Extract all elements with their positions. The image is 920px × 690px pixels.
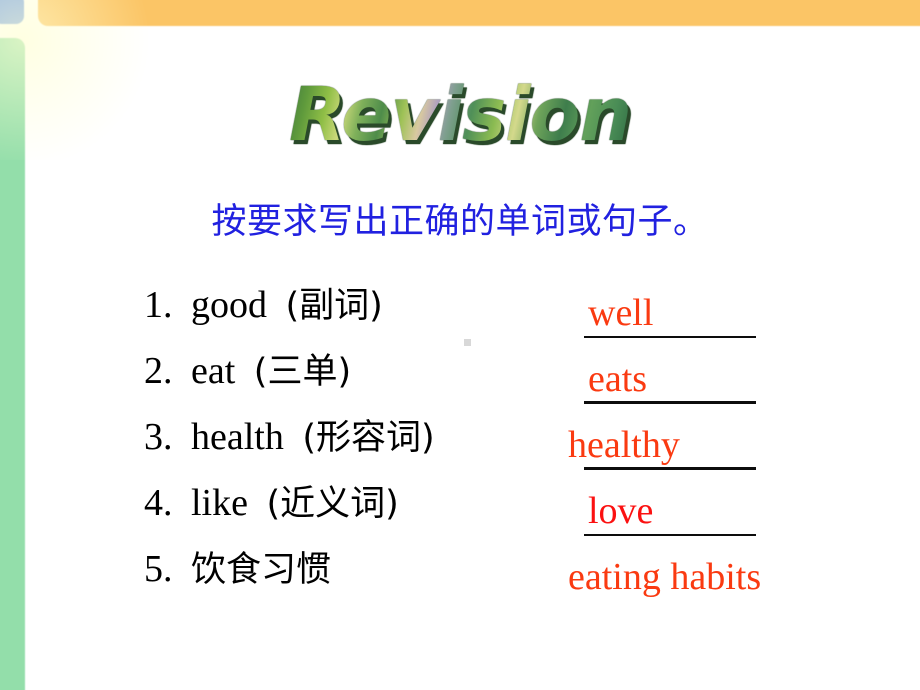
question-word-2: eat	[191, 350, 236, 392]
answer-text-5: eating habits	[568, 556, 762, 598]
question-row-2: 2. eat (三单)	[144, 338, 564, 404]
question-number-5: 5.	[144, 548, 173, 590]
answer-column: well eats healthy love eating habits	[566, 272, 906, 602]
instruction-text: 按要求写出正确的单词或句子。	[211, 202, 709, 242]
image-artifact-dot	[464, 339, 471, 346]
question-number-3: 3.	[144, 416, 173, 458]
question-hint-4: (近义词)	[266, 484, 399, 524]
answer-row-1: well	[566, 272, 906, 338]
question-number-4: 4.	[144, 482, 173, 524]
question-hint-1: (副词)	[285, 286, 383, 326]
question-row-3: 3. health (形容词)	[144, 404, 564, 470]
question-row-5: 5. 饮食习惯	[144, 536, 564, 602]
title-container: Revision	[0, 78, 920, 152]
page-title: Revision	[288, 72, 632, 158]
question-row-4: 4. like (近义词)	[144, 470, 564, 536]
answer-row-5: eating habits	[566, 536, 906, 602]
answer-text-1: well	[588, 292, 654, 334]
question-row-1: 1. good (副词)	[144, 272, 564, 338]
answer-row-4: love	[566, 470, 906, 536]
slide-canvas: Revision 按要求写出正确的单词或句子。 1. good (副词) 2. …	[0, 0, 920, 690]
question-number-1: 1.	[144, 284, 173, 326]
decor-blue-square	[0, 0, 24, 24]
question-word-1: good	[191, 284, 267, 326]
question-hint-3: (形容词)	[302, 418, 435, 458]
decor-top-orange-bar	[38, 0, 920, 26]
question-column: 1. good (副词) 2. eat (三单) 3. health (形容词)…	[144, 272, 564, 602]
question-word-3: health	[191, 416, 284, 458]
question-hint-5: 饮食习惯	[191, 550, 332, 590]
answer-row-2: eats	[566, 338, 906, 404]
answer-row-3: healthy	[566, 404, 906, 470]
exercise-body: 1. good (副词) 2. eat (三单) 3. health (形容词)…	[0, 272, 920, 652]
answer-text-4: love	[588, 490, 654, 532]
question-hint-2: (三单)	[253, 352, 352, 392]
question-word-4: like	[191, 482, 248, 524]
answer-text-2: eats	[588, 358, 648, 400]
answer-text-3: healthy	[568, 424, 680, 466]
question-number-2: 2.	[144, 350, 173, 392]
